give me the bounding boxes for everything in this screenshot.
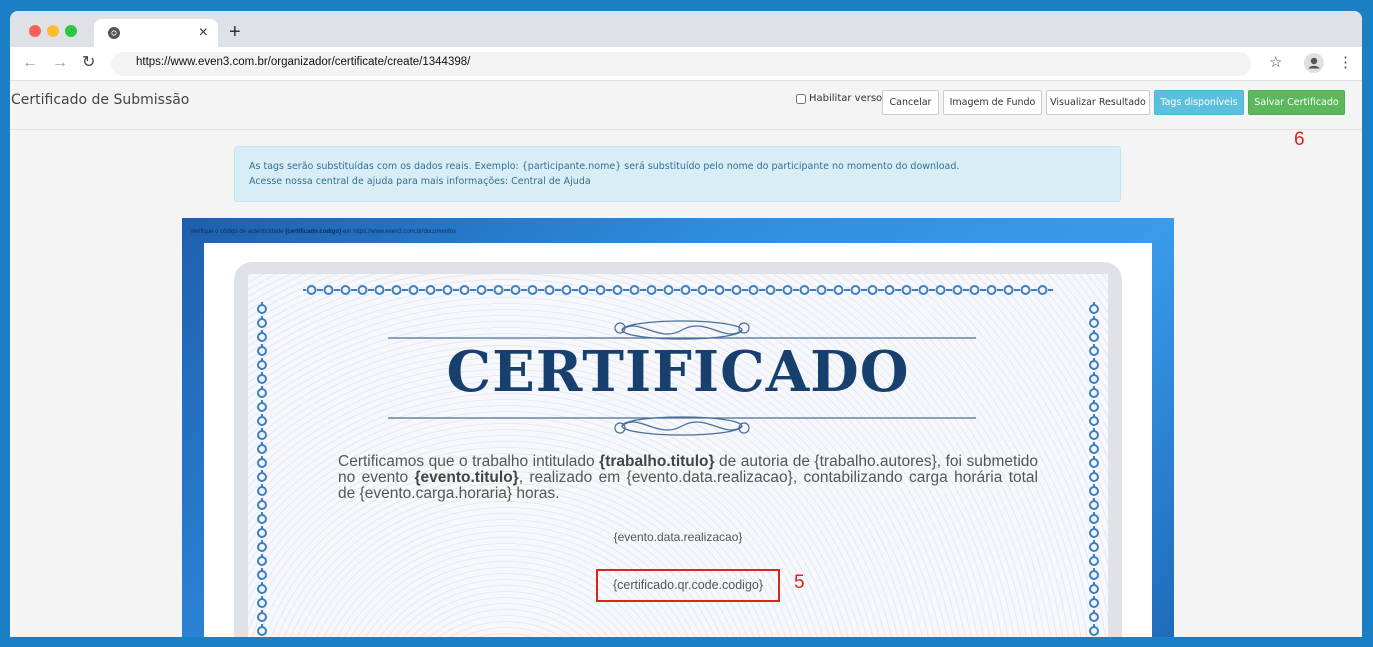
save-certificate-button[interactable]: Salvar Certificado xyxy=(1248,90,1345,115)
plus-icon[interactable]: + xyxy=(229,21,241,43)
page-title: Certificado de Submissão xyxy=(11,92,190,108)
browser-tab[interactable]: × xyxy=(94,19,218,47)
reload-icon[interactable]: ↻ xyxy=(82,54,95,72)
certificate-body-text[interactable]: Certificamos que o trabalho intitulado {… xyxy=(338,454,1038,502)
minimize-window-button[interactable] xyxy=(47,25,59,37)
certificate-canvas[interactable]: Verifique o código de autenticidade {cer… xyxy=(182,218,1174,637)
enable-verso-checkbox[interactable] xyxy=(796,93,806,104)
chrome-icon xyxy=(108,27,120,39)
certificate-date-tag[interactable]: {evento.data.realizacao} xyxy=(248,530,1108,544)
verification-text: Verifique o código de autenticidade {cer… xyxy=(190,229,456,235)
certificate-inner: CERTIFICADO Certificamos que o trabalho … xyxy=(248,274,1108,637)
close-icon[interactable]: × xyxy=(199,23,208,43)
profile-icon[interactable] xyxy=(1304,53,1324,73)
browser-window: × + ← → ↻ https://www.even3.com.br/organ… xyxy=(10,11,1362,637)
back-icon[interactable]: ← xyxy=(22,54,38,72)
forward-icon[interactable]: → xyxy=(52,54,68,72)
menu-icon[interactable]: ⋮ xyxy=(1338,53,1353,71)
main-content: As tags serão substituídas com os dados … xyxy=(10,130,1362,637)
certificate-frame: CERTIFICADO Certificamos que o trabalho … xyxy=(234,262,1122,637)
page-header: Certificado de Submissão Habilitar verso… xyxy=(10,81,1362,130)
enable-verso-option[interactable]: Habilitar verso xyxy=(796,93,882,104)
preview-result-button[interactable]: Visualizar Resultado xyxy=(1046,90,1150,115)
address-bar[interactable]: https://www.even3.com.br/organizador/cer… xyxy=(111,52,1251,76)
cancel-button[interactable]: Cancelar xyxy=(882,90,939,115)
body-part-1: Certificamos que o trabalho intitulado xyxy=(338,453,600,470)
qr-code-tag-highlight[interactable]: {certificado.qr.code.codigo} xyxy=(596,569,780,602)
maximize-window-button[interactable] xyxy=(65,25,77,37)
available-tags-button[interactable]: Tags disponíveis xyxy=(1154,90,1244,115)
top-ornament-border xyxy=(303,284,1053,296)
alert-line-1: As tags serão substituídas com os dados … xyxy=(249,161,960,172)
alert-line-2: Acesse nossa central de ajuda para mais … xyxy=(249,176,591,187)
star-icon[interactable]: ☆ xyxy=(1269,53,1282,71)
person-icon xyxy=(1308,57,1320,69)
annotation-number-6: 6 xyxy=(1294,129,1305,150)
body-tag-evento-titulo: {evento.titulo} xyxy=(414,469,519,486)
verification-prefix: Verifique o código de autenticidade xyxy=(190,229,284,235)
browser-toolbar: ← → ↻ https://www.even3.com.br/organizad… xyxy=(10,47,1362,81)
verification-suffix: em https://www.even3.com.br/documentos xyxy=(343,229,457,235)
tab-strip: × + xyxy=(10,11,1362,47)
info-alert: As tags serão substituídas com os dados … xyxy=(234,146,1121,202)
certificate-paper: CERTIFICADO Certificamos que o trabalho … xyxy=(204,243,1152,637)
background-image-button[interactable]: Imagem de Fundo xyxy=(943,90,1042,115)
annotation-number-5: 5 xyxy=(794,572,805,593)
enable-verso-label: Habilitar verso xyxy=(809,93,883,104)
verification-tag: {certificado.codigo} xyxy=(285,229,342,235)
url-text: https://www.even3.com.br/organizador/cer… xyxy=(136,56,471,68)
close-window-button[interactable] xyxy=(29,25,41,37)
body-tag-trabalho-titulo: {trabalho.titulo} xyxy=(599,453,715,470)
certificate-heading: CERTIFICADO xyxy=(446,339,910,405)
bottom-flourish-ornament xyxy=(388,416,976,436)
